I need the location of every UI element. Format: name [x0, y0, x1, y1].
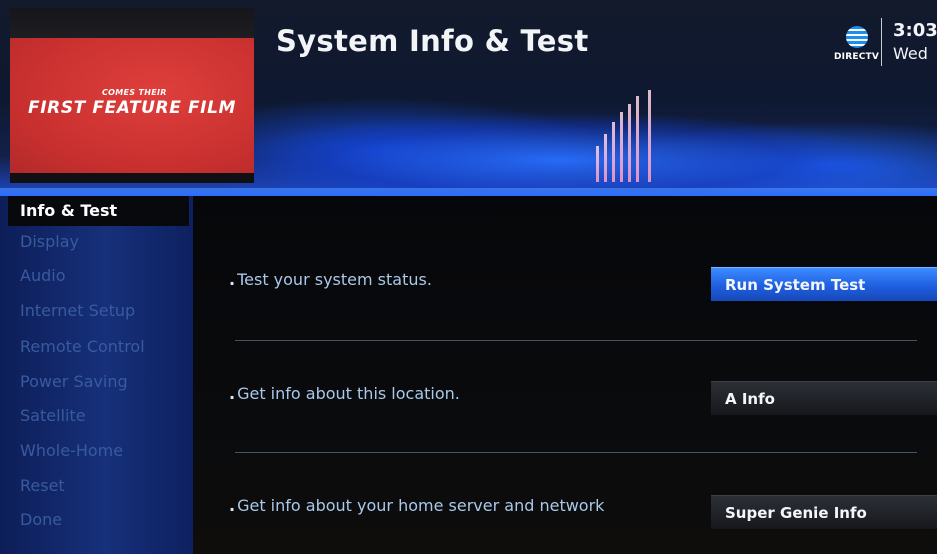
directv-logo: DIRECTV — [832, 22, 882, 72]
page-title: System Info & Test — [276, 24, 589, 58]
row-separator — [235, 340, 917, 341]
row-system-status-text: . Test your system status. — [229, 270, 432, 289]
att-globe-icon — [846, 26, 868, 48]
row-location-info-text: . Get info about this location. — [229, 384, 460, 403]
run-system-test-button[interactable]: Run System Test — [711, 267, 937, 301]
row-separator — [235, 452, 917, 453]
sidebar-item-reset[interactable]: Reset — [20, 476, 65, 495]
sidebar-item-display[interactable]: Display — [20, 232, 79, 251]
brand-label: DIRECTV — [834, 52, 880, 62]
main-panel: . Test your system status. Run System Tes… — [193, 196, 937, 554]
sidebar-item-done[interactable]: Done — [20, 510, 62, 529]
clock-time: 3:03 — [893, 20, 937, 41]
preview-subtitle: COMES THEIR — [102, 88, 167, 97]
sidebar-item-remote-control[interactable]: Remote Control — [20, 337, 145, 356]
sidebar-item-audio[interactable]: Audio — [20, 266, 65, 285]
sidebar-item-satellite[interactable]: Satellite — [20, 406, 86, 425]
settings-sidebar: Info & Test Display Audio Internet Setup… — [0, 196, 193, 554]
super-genie-info-button[interactable]: Super Genie Info — [711, 495, 937, 529]
live-tv-preview[interactable]: COMES THEIR FIRST FEATURE FILM — [10, 8, 254, 183]
location-info-button[interactable]: A Info — [711, 381, 937, 415]
sidebar-item-internet-setup[interactable]: Internet Setup — [20, 301, 135, 320]
sidebar-item-whole-home[interactable]: Whole-Home — [20, 441, 123, 460]
sidebar-item-info-test[interactable]: Info & Test — [8, 196, 189, 226]
row-home-server-text: . Get info about your home server and net… — [229, 496, 605, 515]
preview-title: FIRST FEATURE FILM — [28, 98, 237, 118]
sidebar-item-power-saving[interactable]: Power Saving — [20, 372, 128, 391]
equalizer-graphic — [596, 90, 660, 182]
clock-day: Wed — [893, 44, 928, 63]
header-divider — [881, 18, 882, 66]
tv-screen: System Info & Test DIRECTV 3:03 Wed COME… — [0, 0, 937, 554]
